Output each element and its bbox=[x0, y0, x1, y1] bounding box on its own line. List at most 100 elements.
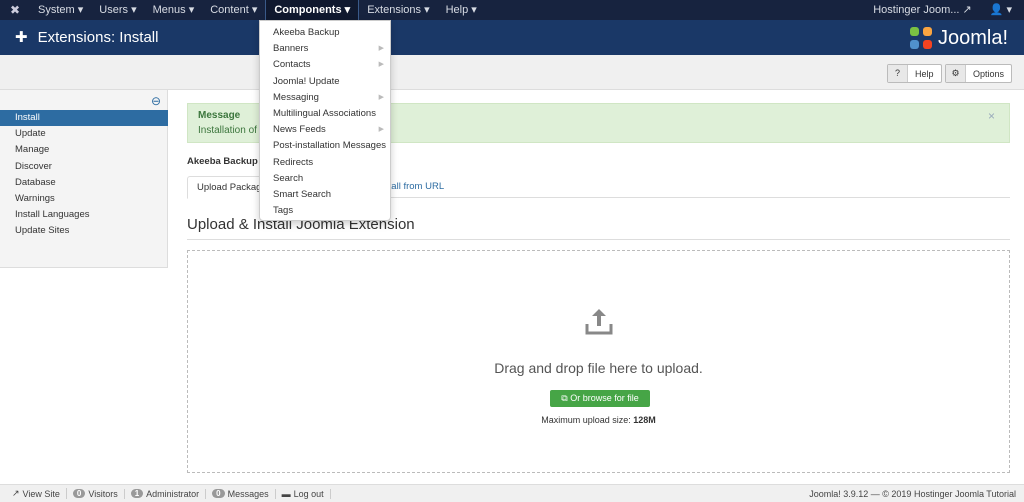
minus-icon: ▬ bbox=[281, 488, 291, 499]
menu-item-label: Tags bbox=[273, 205, 294, 217]
menu-item-akeeba-backup[interactable]: Akeeba Backup bbox=[260, 25, 390, 41]
menu-label: Components bbox=[274, 4, 342, 16]
menu-menus[interactable]: Menus ▾ bbox=[145, 0, 203, 20]
caret-down-icon: ▾ bbox=[424, 4, 430, 16]
site-name: Hostinger Joom... bbox=[873, 4, 960, 16]
visitors-link[interactable]: 0 Visitors bbox=[67, 488, 125, 499]
status-bar: ↗ View Site 0 Visitors 1 Administrator 0 Mes… bbox=[0, 484, 1024, 502]
messages-label: Messages bbox=[227, 488, 269, 499]
user-icon: 👤 bbox=[989, 4, 1004, 16]
menu-system[interactable]: System ▾ bbox=[30, 0, 91, 20]
sidebar-item-database[interactable]: Database bbox=[0, 175, 168, 191]
site-link[interactable]: Hostinger Joom... ↗ bbox=[873, 0, 971, 20]
menu-item-label: Messaging bbox=[273, 91, 319, 103]
browse-label: Or browse for file bbox=[570, 393, 639, 403]
menu-item-contacts[interactable]: Contacts ▶ bbox=[260, 57, 390, 73]
menu-components[interactable]: Components ▾ bbox=[265, 0, 360, 20]
message-text: Installation of th bbox=[198, 125, 269, 136]
caret-down-icon: ▾ bbox=[344, 4, 351, 16]
drag-drop-text: Drag and drop file here to upload. bbox=[494, 360, 703, 376]
joomla-logo-icon bbox=[909, 27, 932, 49]
caret-down-icon: ▾ bbox=[188, 4, 195, 16]
submenu-arrow-icon: ▶ bbox=[378, 45, 384, 53]
upload-dropzone[interactable]: Drag and drop file here to upload. ⧉ Or … bbox=[187, 250, 1010, 473]
max-upload-size: Maximum upload size: 128M bbox=[188, 415, 1009, 425]
admin-label: Administrator bbox=[146, 488, 200, 499]
sidebar-item-warnings[interactable]: Warnings bbox=[0, 191, 168, 207]
page-header: ✚ Extensions: Install Joomla! bbox=[0, 20, 1024, 55]
menu-users[interactable]: Users ▾ bbox=[91, 0, 144, 20]
max-upload-value: 128M bbox=[633, 415, 656, 425]
menu-label: Extensions bbox=[367, 4, 421, 16]
copy-icon: ⧉ bbox=[561, 393, 568, 403]
close-icon[interactable]: × bbox=[988, 109, 995, 123]
menu-item-label: Akeeba Backup bbox=[273, 27, 340, 38]
help-button[interactable]: ? Help bbox=[887, 64, 942, 83]
menu-item-label: Redirects bbox=[273, 156, 314, 168]
menu-item-post-installation-messages[interactable]: Post-installation Messages bbox=[260, 138, 390, 154]
options-label: Options bbox=[973, 68, 1005, 79]
menu-item-label: Multilingual Associations bbox=[273, 107, 376, 119]
view-site-link[interactable]: ↗ View Site bbox=[6, 488, 67, 499]
caret-down-icon: ▾ bbox=[251, 4, 258, 16]
menu-item-joomla-update[interactable]: Joomla! Update bbox=[260, 74, 390, 90]
toolbar: ? Help ⚙ Options bbox=[0, 55, 1024, 90]
puzzle-icon: ✚ bbox=[15, 29, 28, 46]
submenu-arrow-icon: ▶ bbox=[378, 61, 384, 69]
menu-content[interactable]: Content ▾ bbox=[202, 0, 265, 20]
menu-label: Menus bbox=[152, 4, 186, 16]
menu-item-multilingual-associations[interactable]: Multilingual Associations bbox=[260, 106, 390, 122]
sidebar-item-install[interactable]: Install bbox=[0, 110, 168, 127]
sidebar-item-update-sites[interactable]: Update Sites bbox=[0, 223, 168, 239]
menu-item-label: Joomla! Update bbox=[273, 75, 340, 87]
sidebar-item-manage[interactable]: Manage bbox=[0, 142, 168, 158]
admin-badge: 1 bbox=[130, 489, 144, 498]
joomla-logo: Joomla! bbox=[908, 25, 1008, 51]
view-site-label: View Site bbox=[22, 488, 60, 499]
caret-down-icon: ▾ bbox=[471, 4, 477, 16]
external-link-icon: ↗ bbox=[962, 4, 972, 16]
menu-item-label: Banners bbox=[273, 43, 309, 55]
messages-badge: 0 bbox=[212, 489, 225, 498]
menu-label: System bbox=[38, 4, 75, 16]
logout-link[interactable]: ▬ Log out bbox=[276, 488, 331, 499]
caret-down-icon: ▾ bbox=[77, 4, 84, 16]
menu-item-smart-search[interactable]: Smart Search bbox=[260, 187, 390, 203]
messages-link[interactable]: 0 Messages bbox=[206, 488, 276, 499]
sidebar-item-install-languages[interactable]: Install Languages bbox=[0, 207, 168, 223]
menu-label: Content bbox=[210, 4, 249, 16]
menu-item-redirects[interactable]: Redirects bbox=[260, 155, 390, 171]
visitors-label: Visitors bbox=[88, 488, 118, 499]
menu-item-label: Search bbox=[273, 172, 304, 184]
menu-item-messaging[interactable]: Messaging ▶ bbox=[260, 90, 390, 106]
administrator-link[interactable]: 1 Administrator bbox=[125, 488, 207, 499]
browse-file-button[interactable]: ⧉ Or browse for file bbox=[550, 390, 650, 407]
menu-label: Users bbox=[99, 4, 129, 16]
gear-icon: ⚙ bbox=[946, 65, 966, 82]
menu-item-search[interactable]: Search bbox=[260, 171, 390, 187]
joomla-icon[interactable]: ✖ bbox=[0, 3, 30, 17]
sidebar-item-update[interactable]: Update bbox=[0, 126, 168, 142]
menu-label: Help bbox=[445, 4, 469, 16]
menu-item-label: News Feeds bbox=[273, 124, 326, 136]
page-title: Extensions: Install bbox=[37, 28, 159, 46]
menu-item-news-feeds[interactable]: News Feeds ▶ bbox=[260, 122, 390, 138]
submenu-arrow-icon: ▶ bbox=[378, 126, 384, 134]
install-result-text: Akeeba Backup i bbox=[187, 156, 264, 167]
top-nav: ✖ System ▾ Users ▾ Menus ▾ Content ▾ Compone… bbox=[0, 0, 1024, 20]
collapse-sidebar-icon[interactable]: ⊖ bbox=[151, 94, 161, 108]
logout-label: Log out bbox=[293, 488, 324, 499]
submenu-arrow-icon: ▶ bbox=[378, 93, 384, 101]
sidebar-item-discover[interactable]: Discover bbox=[0, 159, 168, 175]
menu-extensions[interactable]: Extensions ▾ bbox=[359, 0, 437, 20]
help-label: Help bbox=[915, 68, 934, 79]
caret-down-icon: ▾ bbox=[131, 4, 137, 16]
options-button[interactable]: ⚙ Options bbox=[945, 64, 1013, 83]
menu-help[interactable]: Help ▾ bbox=[438, 0, 485, 20]
max-upload-label: Maximum upload size: bbox=[541, 415, 631, 425]
menu-item-tags[interactable]: Tags bbox=[260, 203, 390, 219]
upload-icon bbox=[585, 309, 613, 335]
user-menu[interactable]: 👤 ▾ bbox=[990, 0, 1012, 20]
components-dropdown: Akeeba Backup Banners ▶ Contacts ▶ Joomla! Up… bbox=[259, 20, 391, 221]
menu-item-banners[interactable]: Banners ▶ bbox=[260, 41, 390, 57]
